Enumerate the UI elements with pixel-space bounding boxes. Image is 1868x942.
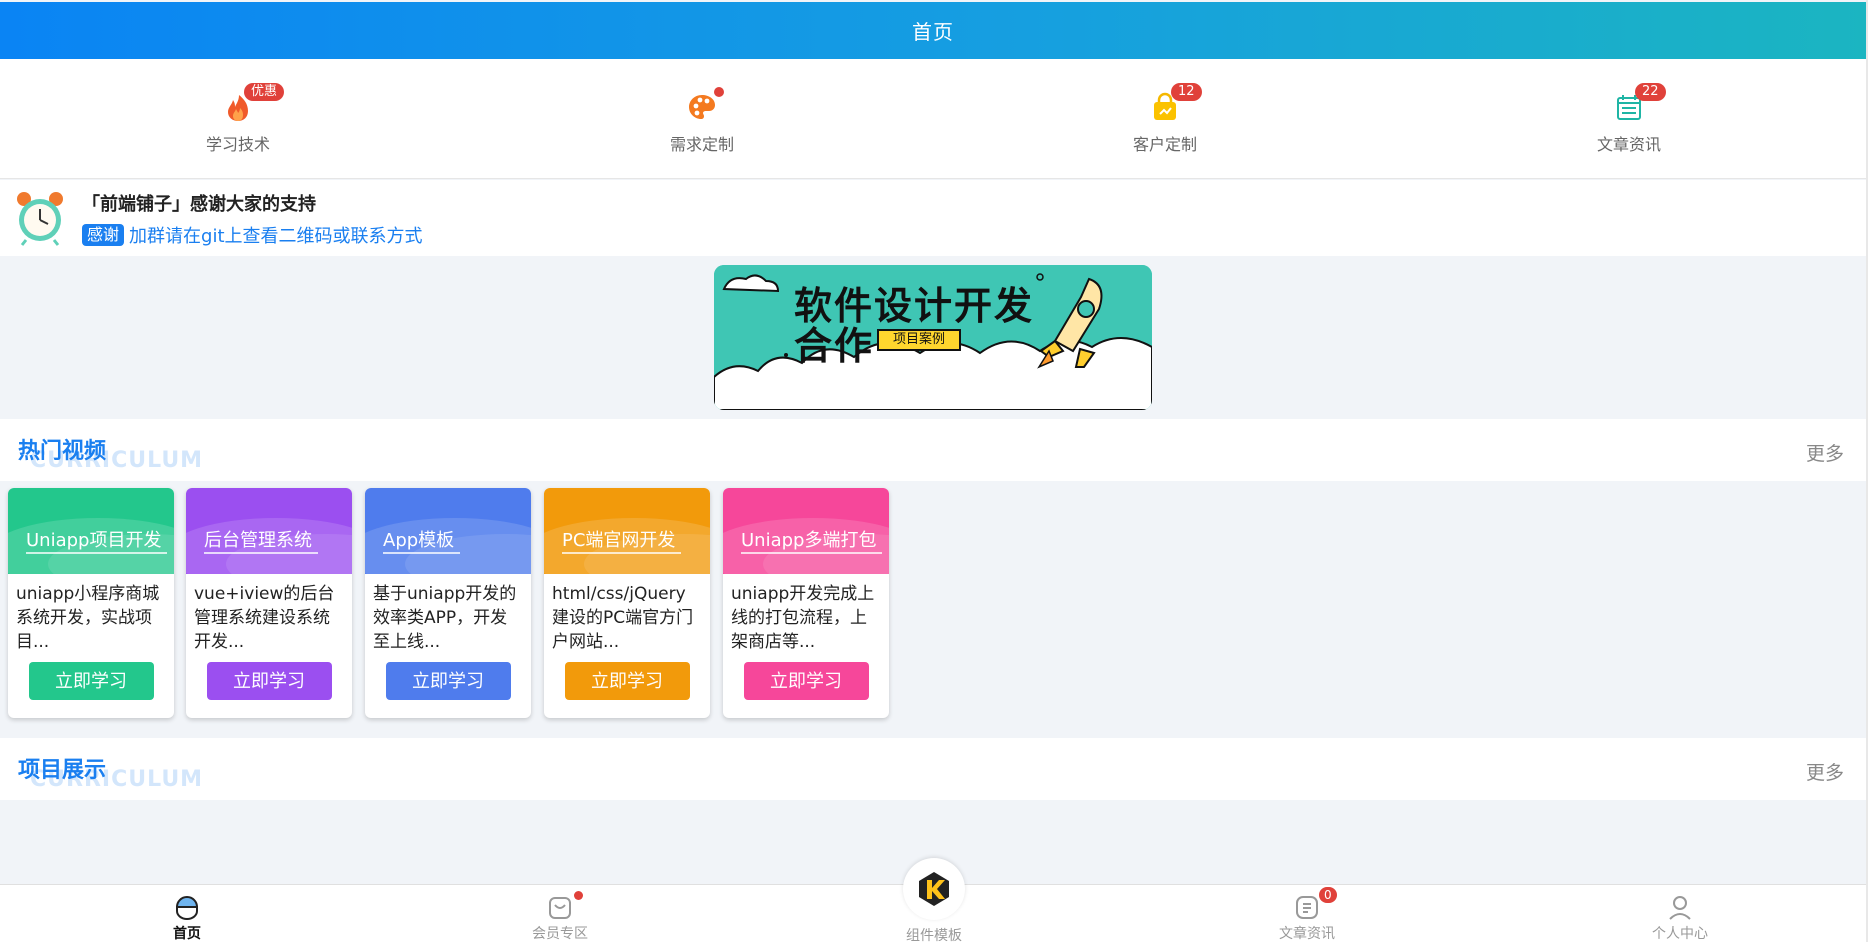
member-bag-icon — [549, 897, 571, 919]
tab-label: 文章资讯 — [1279, 926, 1335, 942]
tab-articles[interactable]: 0 文章资讯 — [1207, 885, 1407, 942]
tab-home[interactable]: 首页 — [87, 885, 287, 942]
learn-now-button[interactable]: 立即学习 — [743, 662, 869, 700]
banner-tag: 项目案例 — [877, 329, 962, 351]
notification-dot — [714, 87, 724, 97]
quick-nav-label: 客户定制 — [1132, 135, 1197, 154]
card-description: uniapp小程序商城系统开发，实战项目... — [16, 584, 160, 652]
quick-nav-label: 文章资讯 — [1596, 135, 1661, 154]
projects-header: CURRICULUM 项目展示 更多 — [0, 738, 1866, 800]
home-icon — [175, 896, 199, 920]
learn-now-button[interactable]: 立即学习 — [564, 662, 690, 700]
card-title: App模板 — [383, 526, 461, 554]
card-description: vue+iview的后台管理系统建设系统开发... — [194, 584, 335, 652]
notice-title: 「前端铺子」感谢大家的支持 — [82, 194, 316, 215]
video-card[interactable]: Uniapp多端打包 uniapp开发完成上线的打包流程，上架商店等... 立即… — [723, 488, 889, 718]
notice-tag: 感谢 — [82, 224, 125, 246]
more-link[interactable]: 更多 — [1806, 758, 1844, 785]
card-description: 基于uniapp开发的效率类APP，开发至上线... — [373, 584, 517, 652]
card-title: Uniapp项目开发 — [26, 526, 168, 554]
promo-badge: 优惠 — [244, 83, 285, 101]
video-card[interactable]: App模板 基于uniapp开发的效率类APP，开发至上线... 立即学习 — [365, 488, 531, 718]
tab-components[interactable] — [903, 858, 965, 920]
tab-label: 组件模板 — [906, 928, 962, 942]
banner-title-line2: 合作 — [794, 324, 875, 368]
quick-nav-study[interactable]: 优惠 学习技术 — [138, 59, 338, 178]
alarm-clock-icon — [17, 192, 63, 246]
k-logo-icon — [919, 872, 949, 906]
quick-nav-label: 需求定制 — [669, 135, 734, 154]
more-link[interactable]: 更多 — [1806, 439, 1844, 466]
learn-now-button[interactable]: 立即学习 — [385, 662, 511, 700]
count-badge: 0 — [1319, 887, 1337, 903]
learn-now-button[interactable]: 立即学习 — [206, 662, 332, 700]
top-nav-bar: 首页 — [0, 2, 1866, 59]
count-badge: 12 — [1171, 83, 1202, 101]
article-icon — [1296, 896, 1318, 919]
quick-nav-requirements[interactable]: 需求定制 — [602, 59, 802, 178]
section-title: 项目展示 — [18, 758, 107, 783]
app-root: 首页 优惠 学习技术 需求定制 12 客户定制 22 文章资讯 「前端铺子」感谢… — [0, 0, 1866, 942]
quick-nav-articles[interactable]: 22 文章资讯 — [1529, 59, 1729, 178]
tab-label: 会员专区 — [532, 926, 588, 942]
promo-banner[interactable]: 软件设计开发 合作 项目案例 — [714, 265, 1152, 410]
hot-videos-header: CURRICULUM 热门视频 更多 — [0, 419, 1866, 481]
quick-nav-label: 学习技术 — [205, 135, 270, 154]
count-badge: 22 — [1635, 83, 1666, 101]
notice-bar[interactable]: 「前端铺子」感谢大家的支持 感谢 加群请在git上查看二维码或联系方式 — [0, 180, 1866, 256]
section-title: 热门视频 — [18, 439, 107, 464]
learn-now-button[interactable]: 立即学习 — [28, 662, 154, 700]
card-title: 后台管理系统 — [204, 526, 318, 554]
video-card[interactable]: 后台管理系统 vue+iview的后台管理系统建设系统开发... 立即学习 — [186, 488, 352, 718]
card-title: PC端官网开发 — [562, 526, 682, 554]
notice-text[interactable]: 加群请在git上查看二维码或联系方式 — [129, 222, 422, 248]
video-card[interactable]: PC端官网开发 html/css/jQuery建设的PC端官方门户网站... 立… — [544, 488, 710, 718]
page-title: 首页 — [912, 20, 954, 44]
tab-profile[interactable]: 个人中心 — [1580, 885, 1780, 942]
quick-nav: 优惠 学习技术 需求定制 12 客户定制 22 文章资讯 — [0, 59, 1866, 179]
tab-member[interactable]: 会员专区 — [460, 885, 660, 942]
quick-nav-customer[interactable]: 12 客户定制 — [1065, 59, 1265, 178]
card-description: html/css/jQuery建设的PC端官方门户网站... — [552, 584, 694, 652]
tab-label: 首页 — [173, 926, 201, 942]
notification-dot — [574, 891, 583, 900]
user-icon — [1669, 896, 1691, 920]
video-card[interactable]: Uniapp项目开发 uniapp小程序商城系统开发，实战项目... 立即学习 — [8, 488, 174, 718]
tab-label: 个人中心 — [1652, 926, 1708, 942]
card-title: Uniapp多端打包 — [741, 526, 883, 554]
card-description: uniapp开发完成上线的打包流程，上架商店等... — [731, 584, 875, 652]
